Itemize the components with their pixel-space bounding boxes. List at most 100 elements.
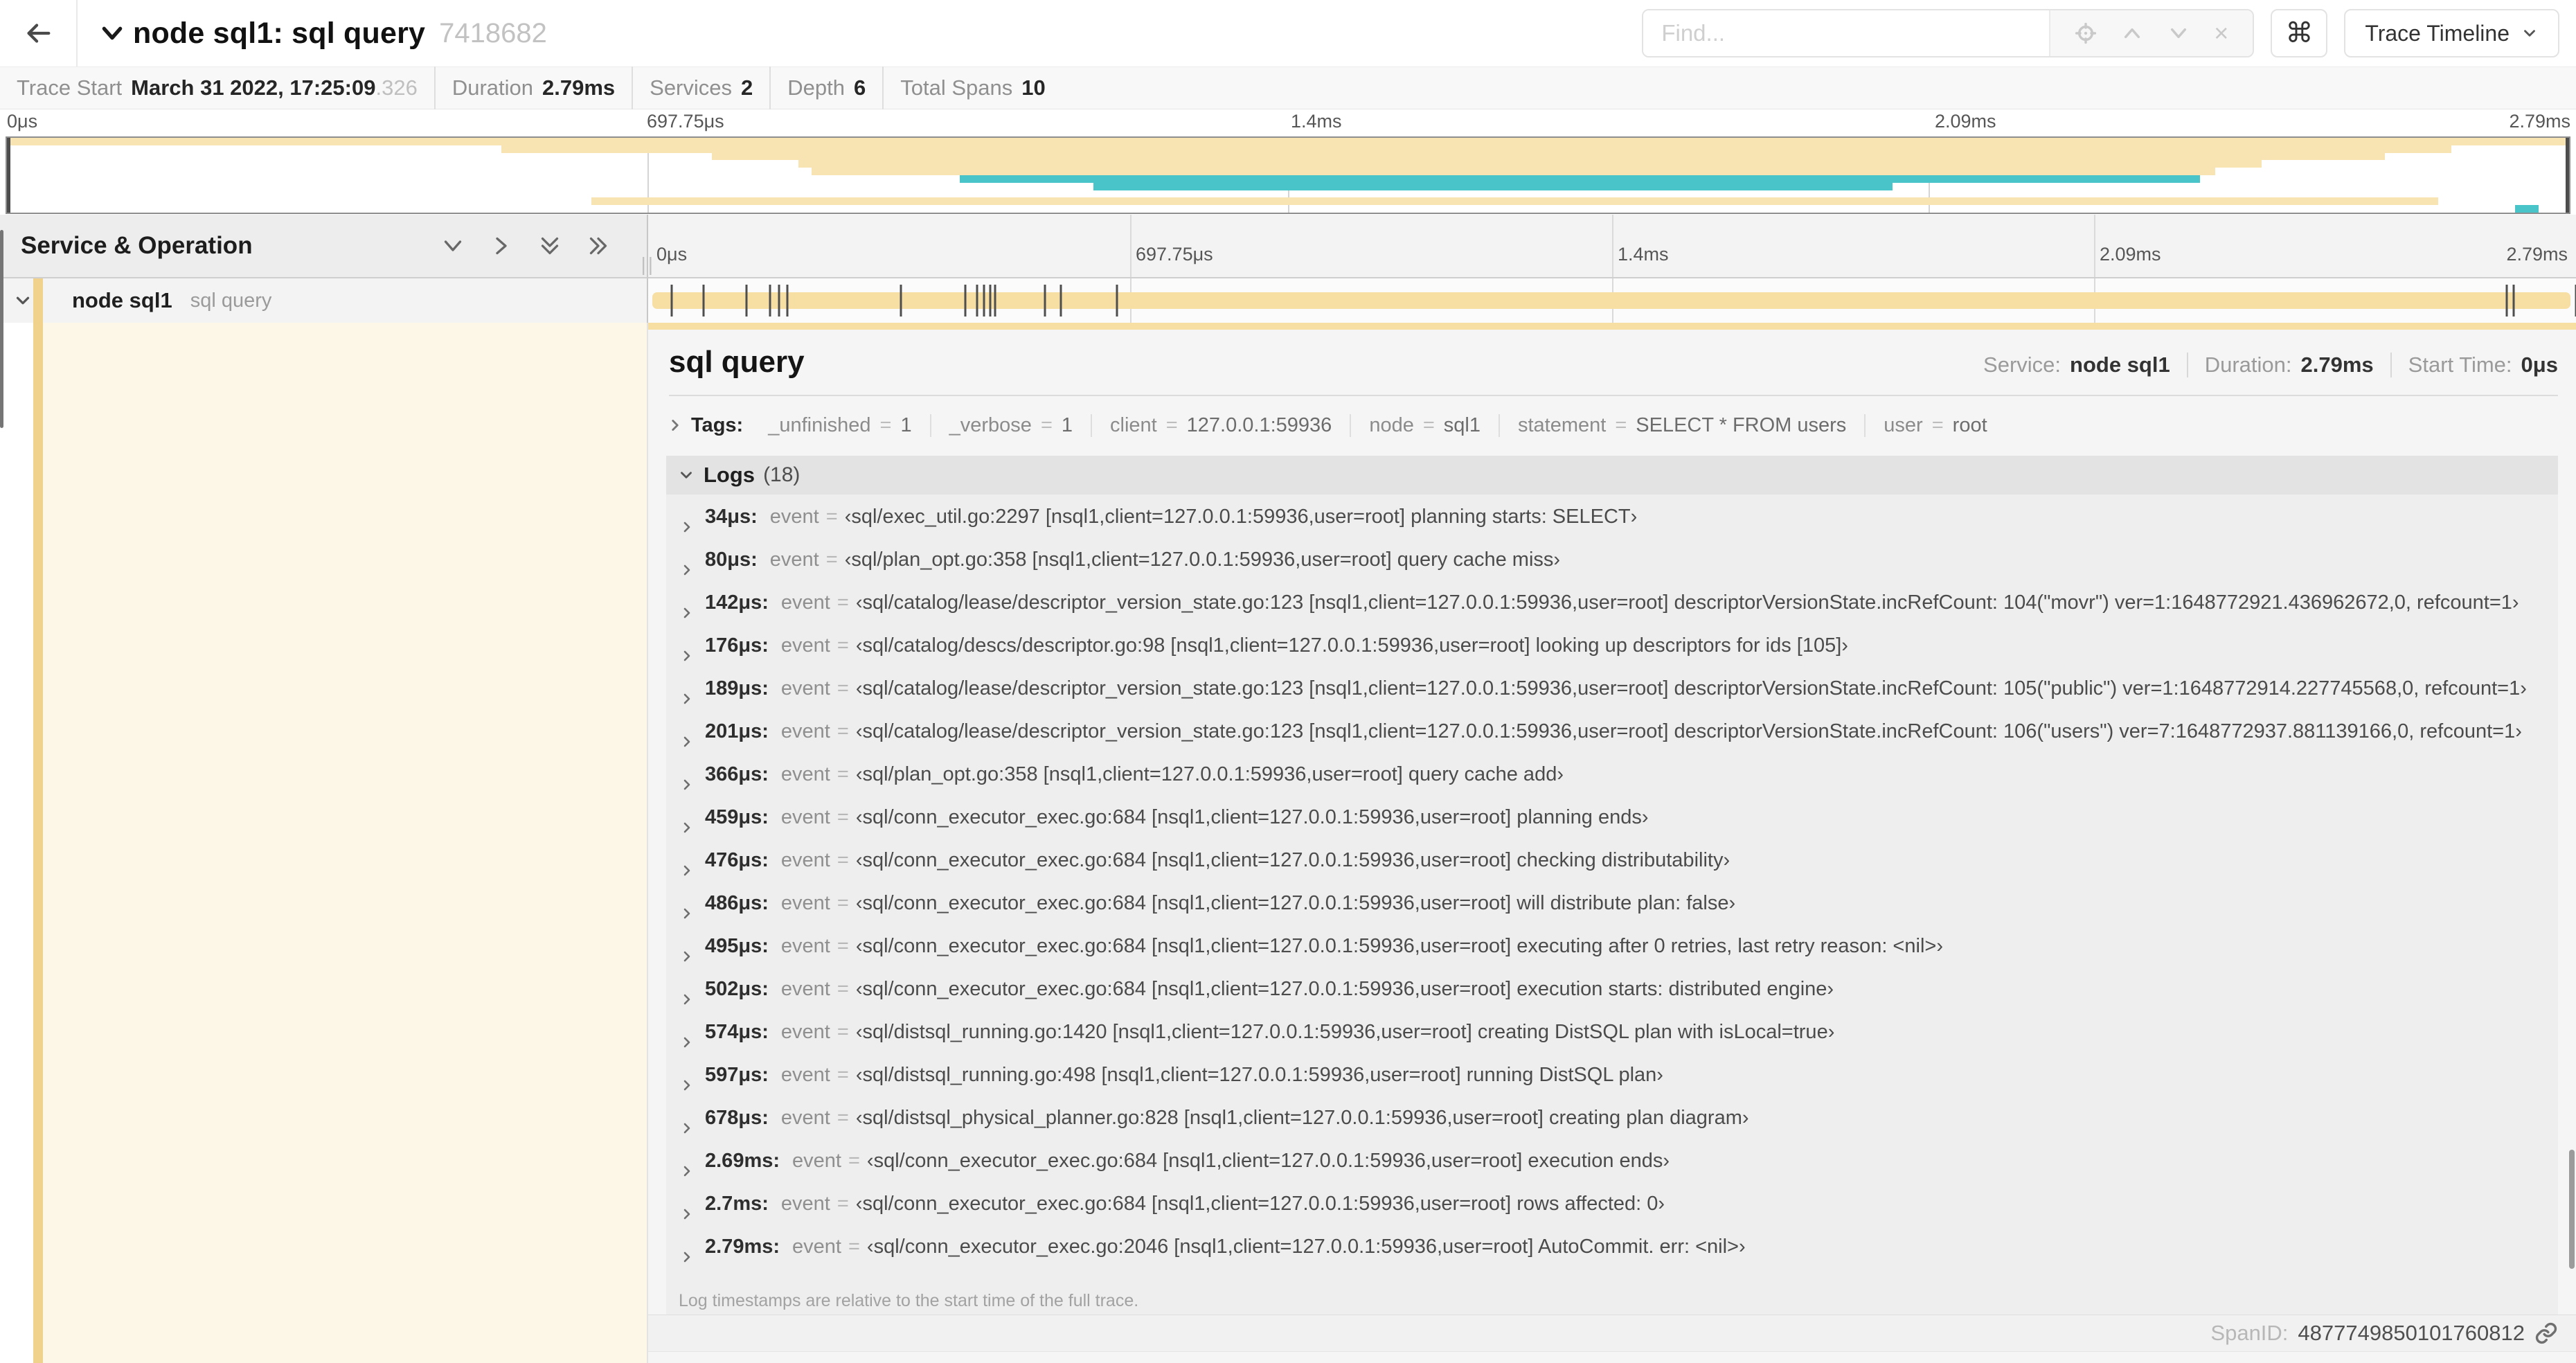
left-scrollbar-thumb[interactable] [0, 230, 3, 428]
trace-id: 7418682 [439, 17, 547, 48]
log-row[interactable]: 80μs: event = ‹sql/plan_opt.go:358 [nsql… [666, 549, 2558, 591]
minimap-tick-label: 2.09ms [1935, 111, 1996, 132]
service-color-stripe [33, 278, 43, 323]
find-input[interactable] [1643, 10, 2050, 56]
logs-collapse-icon[interactable] [677, 466, 695, 484]
log-timestamp: 366μs: [705, 763, 769, 785]
span-duration-bar[interactable] [652, 292, 2570, 309]
log-row[interactable]: 597μs: event = ‹sql/distsql_running.go:4… [666, 1064, 2558, 1107]
minimap-left-handle[interactable] [7, 138, 10, 213]
log-expand-icon[interactable] [679, 691, 695, 707]
minimap-tick-label: 1.4ms [1291, 111, 1342, 132]
span-id-value: 4877749850101760812 [2298, 1321, 2525, 1345]
span-row-label-cell[interactable]: node sql1 sql query [0, 278, 648, 323]
minimap-canvas[interactable] [6, 136, 2570, 214]
tags-expand-icon[interactable] [666, 416, 684, 434]
log-field-key: event [780, 677, 830, 700]
log-row[interactable]: 176μs: event = ‹sql/catalog/descs/descri… [666, 634, 2558, 677]
log-expand-icon[interactable] [679, 733, 695, 750]
log-field-key: event [780, 1021, 830, 1043]
next-match-icon[interactable] [2167, 22, 2190, 44]
trace-services: Services 2 [633, 66, 771, 109]
logs-header[interactable]: Logs (18) [666, 456, 2558, 495]
log-expand-icon[interactable] [679, 1077, 695, 1094]
log-row[interactable]: 678μs: event = ‹sql/distsql_physical_pla… [666, 1107, 2558, 1150]
log-row[interactable]: 34μs: event = ‹sql/exec_util.go:2297 [ns… [666, 506, 2558, 549]
minimap-span-bar [711, 152, 2385, 161]
log-equals: = [837, 978, 849, 1000]
trace-duration: Duration 2.79ms [436, 66, 634, 109]
log-row[interactable]: 574μs: event = ‹sql/distsql_running.go:1… [666, 1021, 2558, 1064]
span-id-footer: SpanID: 4877749850101760812 [648, 1315, 2576, 1352]
timeline-gridline [2094, 215, 2095, 277]
trace-view-selector[interactable]: Trace Timeline [2344, 9, 2559, 57]
log-marker-tick [702, 285, 705, 317]
log-expand-icon[interactable] [679, 776, 695, 793]
expand-one-icon[interactable] [489, 233, 514, 258]
locate-icon[interactable] [2075, 22, 2097, 44]
log-row[interactable]: 189μs: event = ‹sql/catalog/lease/descri… [666, 677, 2558, 720]
log-row[interactable]: 459μs: event = ‹sql/conn_executor_exec.g… [666, 806, 2558, 849]
tag-item[interactable]: statement = SELECT * FROM users [1498, 413, 1864, 437]
log-field-key: event [769, 506, 819, 528]
log-expand-icon[interactable] [679, 1206, 695, 1222]
log-row[interactable]: 502μs: event = ‹sql/conn_executor_exec.g… [666, 978, 2558, 1021]
span-bar-track[interactable] [648, 278, 2576, 323]
log-expand-icon[interactable] [679, 1163, 695, 1179]
log-expand-icon[interactable] [679, 991, 695, 1008]
minimap-right-handle[interactable] [2566, 138, 2569, 213]
log-row[interactable]: 201μs: event = ‹sql/catalog/lease/descri… [666, 720, 2558, 763]
log-row[interactable]: 495μs: event = ‹sql/conn_executor_exec.g… [666, 935, 2558, 978]
collapse-one-icon[interactable] [440, 233, 465, 258]
log-expand-icon[interactable] [679, 605, 695, 621]
ruler-tick-label: 2.79ms [2506, 244, 2568, 265]
expand-all-icon[interactable] [586, 233, 611, 258]
collapse-span-chevron[interactable] [12, 290, 33, 311]
log-expand-icon[interactable] [679, 948, 695, 965]
log-expand-icon[interactable] [679, 648, 695, 664]
tag-equals: = [1931, 413, 1944, 436]
log-row[interactable]: 366μs: event = ‹sql/plan_opt.go:358 [nsq… [666, 763, 2558, 806]
minimap-span-bar [798, 160, 2262, 168]
log-marker-tick [786, 285, 789, 317]
log-expand-icon[interactable] [679, 1034, 695, 1051]
tag-item[interactable]: user = root [1864, 413, 2005, 437]
deep-link-icon[interactable] [2534, 1321, 2558, 1345]
log-expand-icon[interactable] [679, 1249, 695, 1265]
log-row[interactable]: 476μs: event = ‹sql/conn_executor_exec.g… [666, 849, 2558, 892]
tags-section[interactable]: Tags: _unfinished = 1 _verbose = 1 clien… [666, 407, 2558, 443]
log-row[interactable]: 486μs: event = ‹sql/conn_executor_exec.g… [666, 892, 2558, 935]
logs-title: Logs [704, 463, 755, 487]
collapse-all-icon[interactable] [537, 233, 562, 258]
log-expand-icon[interactable] [679, 562, 695, 578]
log-marker-tick [964, 285, 967, 317]
minimap-span-bar [591, 197, 2439, 206]
keyboard-shortcuts-button[interactable]: ⌘ [2271, 9, 2328, 57]
log-expand-icon[interactable] [679, 862, 695, 879]
right-scrollbar-thumb[interactable] [2569, 1150, 2575, 1269]
log-row[interactable]: 142μs: event = ‹sql/catalog/lease/descri… [666, 591, 2558, 634]
collapse-trace-chevron[interactable] [98, 19, 126, 47]
tag-item[interactable]: client = 127.0.0.1:59936 [1091, 413, 1350, 437]
log-field-value: ‹sql/conn_executor_exec.go:684 [nsql1,cl… [855, 1193, 1665, 1215]
clear-search-icon[interactable]: × [2214, 21, 2228, 46]
ruler-tick-label: 697.75μs [1136, 244, 1213, 265]
log-expand-icon[interactable] [679, 905, 695, 922]
log-expand-icon[interactable] [679, 519, 695, 535]
span-service-name: node sql1 [72, 288, 172, 312]
back-button[interactable] [0, 0, 78, 66]
minimap-span-bar [960, 175, 2201, 183]
detail-duration: Duration: 2.79ms [2186, 353, 2390, 377]
log-timestamp: 476μs: [705, 849, 769, 871]
tag-item[interactable]: node = sql1 [1350, 413, 1499, 437]
tag-item[interactable]: _verbose = 1 [929, 413, 1091, 437]
log-row[interactable]: 2.7ms: event = ‹sql/conn_executor_exec.g… [666, 1193, 2558, 1236]
prev-match-icon[interactable] [2121, 22, 2143, 44]
log-row[interactable]: 2.79ms: event = ‹sql/conn_executor_exec.… [666, 1236, 2558, 1279]
tag-item[interactable]: _unfinished = 1 [750, 414, 929, 437]
log-expand-icon[interactable] [679, 1120, 695, 1137]
column-resizer[interactable]: || [641, 253, 655, 276]
log-row[interactable]: 2.69ms: event = ‹sql/conn_executor_exec.… [666, 1150, 2558, 1193]
service-operation-header: Service & Operation || [0, 215, 653, 278]
log-expand-icon[interactable] [679, 819, 695, 836]
